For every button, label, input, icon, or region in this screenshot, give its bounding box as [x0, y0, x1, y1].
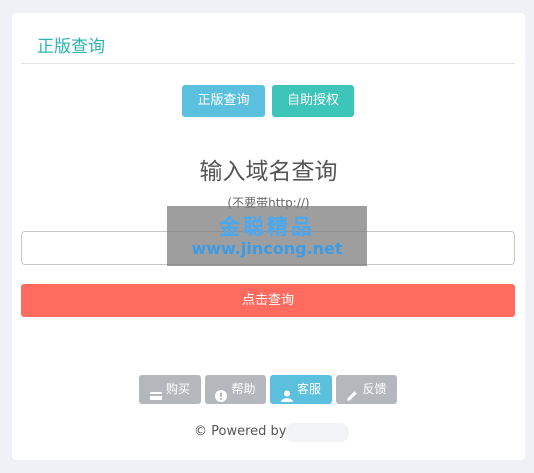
user-icon — [280, 384, 293, 402]
customer-service-button[interactable]: 客服 — [270, 375, 332, 404]
buy-label: 购买 — [165, 382, 190, 396]
watermark: 金聪精品 www.jincong.net — [167, 206, 367, 266]
watermark-title: 金聪精品 — [219, 215, 315, 239]
watermark-url: www.jincong.net — [191, 239, 343, 258]
form-heading: 输入域名查询 — [199, 159, 338, 185]
panel-header: 正版查询 — [21, 13, 515, 64]
query-submit-button[interactable]: 点击查询 — [21, 284, 515, 317]
self-auth-tab[interactable]: 自助授权 — [272, 85, 354, 117]
exclamation-icon — [215, 384, 228, 402]
powered-by-text: © Powered by — [194, 424, 287, 439]
feedback-label: 反馈 — [362, 382, 387, 396]
card-icon — [149, 384, 162, 400]
query-panel: 正版查询 正版查询 自助授权 输入域名查询 (不要带http://) 金聪精品 … — [12, 13, 525, 460]
help-label: 帮助 — [231, 382, 256, 396]
help-button[interactable]: 帮助 — [205, 375, 266, 404]
service-label: 客服 — [296, 382, 321, 396]
feedback-button[interactable]: 反馈 — [336, 375, 397, 404]
buy-button[interactable]: 购买 — [139, 375, 201, 404]
blurred-owner-name — [285, 423, 349, 442]
pencil-icon — [346, 384, 358, 401]
genuine-query-tab[interactable]: 正版查询 — [182, 85, 265, 117]
panel-title: 正版查询 — [37, 37, 105, 57]
